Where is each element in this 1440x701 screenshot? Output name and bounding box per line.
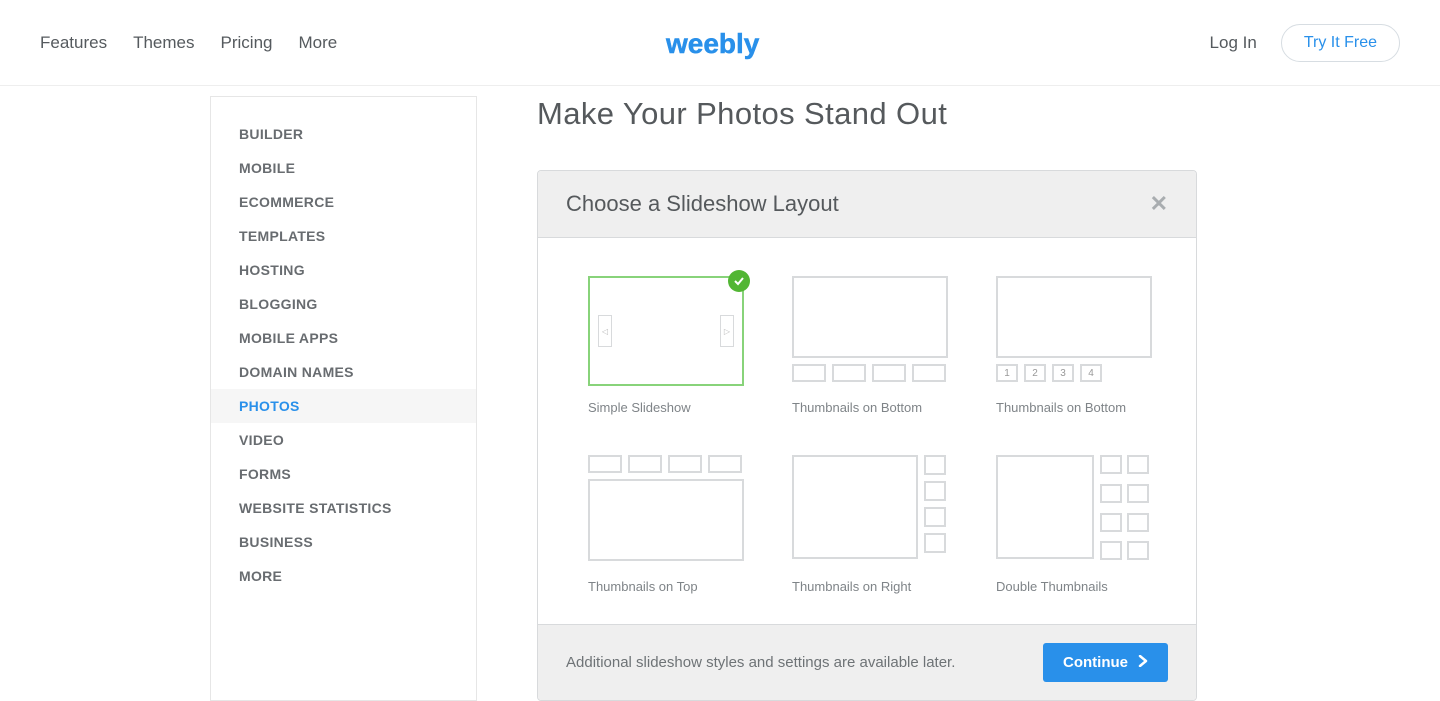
layout-label: Simple Slideshow <box>588 400 744 415</box>
nav-themes[interactable]: Themes <box>133 33 194 53</box>
page-title: Make Your Photos Stand Out <box>537 96 1197 132</box>
sidebar-item-mobile[interactable]: MOBILE <box>211 151 476 185</box>
arrow-right-icon: ▷ <box>720 315 734 347</box>
layout-label: Thumbnails on Bottom <box>996 400 1152 415</box>
sidebar-item-more[interactable]: MORE <box>211 559 476 593</box>
logo[interactable]: weebly <box>664 23 776 63</box>
layout-label: Thumbnails on Right <box>792 579 948 594</box>
layout-thumbs-bottom-numbered[interactable]: 1 2 3 4 Thumbnails on Bottom <box>996 276 1152 415</box>
nav-features[interactable]: Features <box>40 33 107 53</box>
nav-more[interactable]: More <box>298 33 337 53</box>
layout-double-thumbs[interactable]: Double Thumbnails <box>996 455 1152 594</box>
layout-label: Double Thumbnails <box>996 579 1152 594</box>
sidebar-item-stats[interactable]: WEBSITE STATISTICS <box>211 491 476 525</box>
layout-label: Thumbnails on Bottom <box>792 400 948 415</box>
sidebar-item-photos[interactable]: PHOTOS <box>211 389 476 423</box>
sidebar-item-forms[interactable]: FORMS <box>211 457 476 491</box>
layout-thumbs-right[interactable]: Thumbnails on Right <box>792 455 948 594</box>
sidebar: BUILDER MOBILE ECOMMERCE TEMPLATES HOSTI… <box>210 96 477 701</box>
layout-label: Thumbnails on Top <box>588 579 744 594</box>
modal-title: Choose a Slideshow Layout <box>566 191 839 217</box>
slideshow-layout-modal: Choose a Slideshow Layout ✕ ◁ ▷ <box>537 170 1197 701</box>
checkmark-icon <box>728 270 750 292</box>
layout-simple-slideshow[interactable]: ◁ ▷ Simple Slideshow <box>588 276 744 415</box>
top-header: Features Themes Pricing More weebly Log … <box>0 0 1440 86</box>
layout-thumbs-top[interactable]: Thumbnails on Top <box>588 455 744 594</box>
close-icon[interactable]: ✕ <box>1150 191 1168 217</box>
arrow-left-icon: ◁ <box>598 315 612 347</box>
sidebar-item-mobileapps[interactable]: MOBILE APPS <box>211 321 476 355</box>
sidebar-item-templates[interactable]: TEMPLATES <box>211 219 476 253</box>
sidebar-item-business[interactable]: BUSINESS <box>211 525 476 559</box>
sidebar-item-domainnames[interactable]: DOMAIN NAMES <box>211 355 476 389</box>
sidebar-item-video[interactable]: VIDEO <box>211 423 476 457</box>
login-link[interactable]: Log In <box>1210 33 1257 53</box>
sidebar-item-builder[interactable]: BUILDER <box>211 117 476 151</box>
layout-thumbs-bottom[interactable]: Thumbnails on Bottom <box>792 276 948 415</box>
nav-pricing[interactable]: Pricing <box>221 33 273 53</box>
nav-left: Features Themes Pricing More <box>40 33 664 53</box>
sidebar-item-hosting[interactable]: HOSTING <box>211 253 476 287</box>
svg-text:weebly: weebly <box>665 28 760 59</box>
sidebar-item-blogging[interactable]: BLOGGING <box>211 287 476 321</box>
try-it-free-button[interactable]: Try It Free <box>1281 24 1400 62</box>
nav-right: Log In Try It Free <box>776 24 1400 62</box>
sidebar-item-ecommerce[interactable]: ECOMMERCE <box>211 185 476 219</box>
